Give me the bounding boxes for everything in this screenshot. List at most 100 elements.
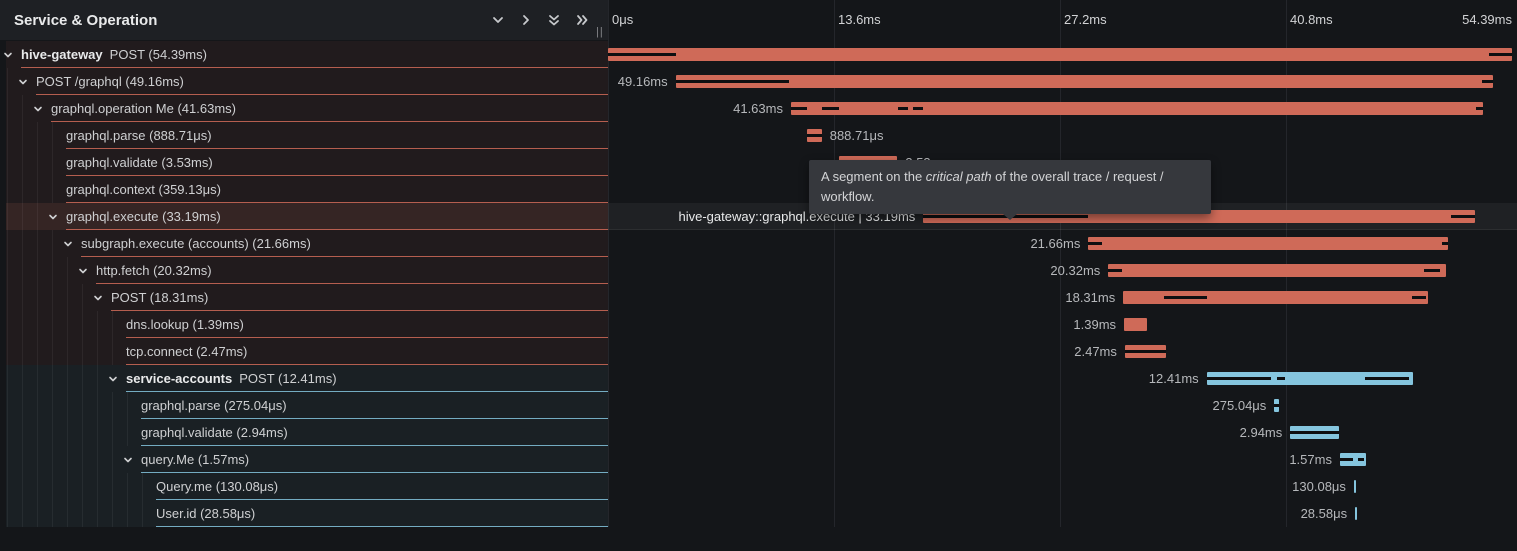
span-timeline-row[interactable]: 2.47ms	[608, 338, 1517, 365]
collapse-chevron-icon[interactable]	[62, 230, 74, 257]
indent-guide	[7, 311, 8, 338]
tooltip-text-emphasis: critical path	[926, 169, 992, 184]
indent-guide	[82, 365, 83, 392]
span-duration-bar[interactable]	[1354, 480, 1356, 493]
collapse-chevron-icon[interactable]	[122, 446, 134, 473]
collapse-chevron-icon[interactable]	[17, 68, 29, 95]
indent-guide	[112, 446, 113, 473]
collapse-chevron-icon[interactable]	[32, 95, 44, 122]
indent-guide	[97, 419, 98, 446]
span-tree-row[interactable]: graphql.operation Me (41.63ms)	[0, 95, 608, 122]
indent-guide	[112, 473, 113, 500]
indent-guide	[127, 500, 128, 527]
indent-guide	[37, 392, 38, 419]
indent-guide	[7, 95, 8, 122]
indent-guide	[37, 419, 38, 446]
span-timeline-row[interactable]: 275.04μs	[608, 392, 1517, 419]
tree-header: Service & Operation ||	[0, 0, 608, 40]
span-tree-row[interactable]: hive-gatewayPOST (54.39ms)	[0, 41, 608, 68]
span-timeline-row[interactable]: 28.58μs	[608, 500, 1517, 527]
span-tree-row[interactable]: tcp.connect (2.47ms)	[0, 338, 608, 365]
span-timeline-row[interactable]: 1.57ms	[608, 446, 1517, 473]
collapse-chevron-icon[interactable]	[2, 41, 14, 68]
critical-path-segment	[791, 107, 807, 110]
span-tree-row[interactable]: graphql.execute (33.19ms)	[0, 203, 608, 230]
span-name-label: query.Me (1.57ms)	[141, 446, 249, 473]
span-duration-bar[interactable]	[608, 48, 1512, 61]
span-timeline-row[interactable]: 21.66ms	[608, 230, 1517, 257]
indent-guide	[7, 122, 8, 149]
span-name-label: http.fetch (20.32ms)	[96, 257, 212, 284]
indent-guide	[22, 176, 23, 203]
span-tree-row[interactable]: graphql.validate (2.94ms)	[0, 419, 608, 446]
span-duration-bar[interactable]	[1355, 507, 1357, 520]
span-tree-row[interactable]: dns.lookup (1.39ms)	[0, 311, 608, 338]
collapse-chevron-icon[interactable]	[92, 284, 104, 311]
span-tree-row[interactable]: User.id (28.58μs)	[0, 500, 608, 527]
indent-guide	[82, 284, 83, 311]
span-timeline-row[interactable]: 18.31ms	[608, 284, 1517, 311]
service-name: service-accounts	[126, 371, 232, 386]
chevron-down-icon[interactable]	[490, 12, 506, 28]
indent-guide	[37, 284, 38, 311]
indent-guide	[97, 473, 98, 500]
span-name-label: graphql.execute (33.19ms)	[66, 203, 221, 230]
indent-guide	[22, 203, 23, 230]
span-duration-bar[interactable]	[1108, 264, 1446, 277]
span-duration-label: 130.08μs	[1292, 473, 1346, 500]
critical-path-segment	[608, 53, 676, 56]
span-duration-bar[interactable]	[791, 102, 1483, 115]
timeline-track: 21.66ms	[608, 230, 1512, 257]
span-tree-row[interactable]: http.fetch (20.32ms)	[0, 257, 608, 284]
span-duration-bar[interactable]	[676, 75, 1493, 88]
collapse-chevron-icon[interactable]	[77, 257, 89, 284]
span-timeline-row[interactable]: 888.71μs	[608, 122, 1517, 149]
critical-path-segment	[913, 107, 923, 110]
span-tree-row[interactable]: graphql.parse (275.04μs)	[0, 392, 608, 419]
critical-path-segment	[1482, 80, 1492, 83]
span-tree-row[interactable]: query.Me (1.57ms)	[0, 446, 608, 473]
critical-path-segment	[1340, 458, 1353, 461]
span-duration-label: 12.41ms	[1149, 365, 1199, 392]
collapse-chevron-icon[interactable]	[107, 365, 119, 392]
span-timeline-row[interactable]: 130.08μs	[608, 473, 1517, 500]
timeline-track: 18.31ms	[608, 284, 1512, 311]
span-name-label: graphql.operation Me (41.63ms)	[51, 95, 236, 122]
collapse-chevron-icon[interactable]	[47, 203, 59, 230]
span-tree-row[interactable]: graphql.parse (888.71μs)	[0, 122, 608, 149]
span-duration-label: 41.63ms	[733, 95, 783, 122]
indent-guide	[97, 392, 98, 419]
indent-guide	[22, 446, 23, 473]
timeline-rows: 49.16ms41.63ms888.71μs3.53mshive-gateway…	[608, 41, 1517, 527]
span-tree-row[interactable]: graphql.validate (3.53ms)	[0, 149, 608, 176]
span-tree-row[interactable]: Query.me (130.08μs)	[0, 473, 608, 500]
chevrons-down-icon[interactable]	[546, 12, 562, 28]
indent-guide	[67, 392, 68, 419]
span-timeline-row[interactable]: 1.39ms	[608, 311, 1517, 338]
indent-guide	[7, 203, 8, 230]
span-duration-bar[interactable]	[1088, 237, 1448, 250]
span-timeline-row[interactable]: 41.63ms	[608, 95, 1517, 122]
indent-guide	[7, 500, 8, 527]
span-duration-label: 888.71μs	[830, 122, 884, 149]
chevrons-right-icon[interactable]	[574, 12, 590, 28]
span-tree-row[interactable]: subgraph.execute (accounts) (21.66ms)	[0, 230, 608, 257]
span-tree-row[interactable]: service-accountsPOST (12.41ms)	[0, 365, 608, 392]
span-timeline-row[interactable]: 20.32ms	[608, 257, 1517, 284]
span-timeline-row[interactable]: 2.94ms	[608, 419, 1517, 446]
span-timeline-row[interactable]: 49.16ms	[608, 68, 1517, 95]
span-timeline-row[interactable]	[608, 41, 1517, 68]
chevron-right-icon[interactable]	[518, 12, 534, 28]
span-tree-row[interactable]: POST (18.31ms)	[0, 284, 608, 311]
span-duration-label: 28.58μs	[1301, 500, 1348, 527]
span-tree-row[interactable]: POST /graphql (49.16ms)	[0, 68, 608, 95]
span-tree-row[interactable]: graphql.context (359.13μs)	[0, 176, 608, 203]
critical-path-segment	[1365, 377, 1409, 380]
span-name-label: tcp.connect (2.47ms)	[126, 338, 247, 365]
indent-guide	[22, 230, 23, 257]
critical-path-segment	[1125, 350, 1166, 353]
span-timeline-row[interactable]: 12.41ms	[608, 365, 1517, 392]
span-duration-bar[interactable]	[1124, 318, 1147, 331]
service-operation-title: Service & Operation	[14, 12, 157, 29]
indent-guide	[22, 95, 23, 122]
